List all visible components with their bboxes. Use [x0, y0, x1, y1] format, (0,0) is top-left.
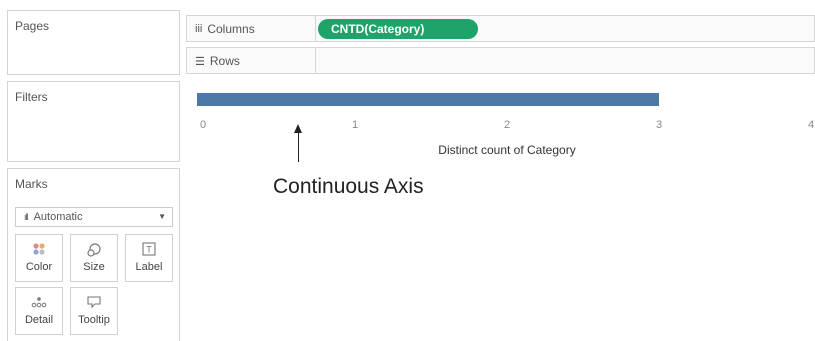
- columns-shelf-label: iii Columns: [195, 22, 255, 36]
- shelf-divider: [315, 48, 316, 73]
- rows-shelf[interactable]: ☰ Rows: [186, 47, 815, 74]
- bar-chart-icon: ıll: [24, 212, 28, 222]
- x-tick-label: 0: [200, 119, 206, 131]
- pages-title: Pages: [15, 19, 50, 33]
- columns-label: Columns: [207, 22, 255, 36]
- label-icon: T: [126, 242, 172, 258]
- rows-label: Rows: [209, 54, 240, 68]
- detail-button[interactable]: Detail: [15, 287, 63, 335]
- view-canvas: 0 1 2 3 4 Distinct count of Category: [186, 80, 815, 341]
- tooltip-button[interactable]: Tooltip: [70, 287, 118, 335]
- tooltip-label: Tooltip: [78, 314, 110, 326]
- filters-panel: Filters: [7, 81, 180, 162]
- mark-type-select[interactable]: ıll Automatic ▼: [15, 207, 173, 227]
- x-axis-title: Distinct count of Category: [438, 143, 575, 157]
- arrow-line: [298, 132, 299, 162]
- label-button[interactable]: T Label: [125, 234, 173, 282]
- color-label: Color: [25, 261, 53, 273]
- x-tick-label: 4: [808, 119, 814, 131]
- marks-title: Marks: [15, 177, 48, 191]
- x-tick-label: 1: [352, 119, 358, 131]
- color-icon: [16, 242, 62, 258]
- filters-title: Filters: [15, 90, 48, 104]
- detail-label: Detail: [24, 314, 54, 326]
- size-button[interactable]: Size: [70, 234, 118, 282]
- x-tick-label: 3: [656, 119, 662, 131]
- color-button[interactable]: Color: [15, 234, 63, 282]
- bar-mark[interactable]: [197, 93, 659, 106]
- label-label: Label: [135, 261, 163, 273]
- cntd-category-pill[interactable]: CNTD(Category): [318, 19, 478, 39]
- size-icon: [71, 242, 117, 258]
- bar-chart: 0 1 2 3 4 Distinct count of Category: [197, 93, 814, 157]
- detail-icon: [16, 295, 62, 311]
- shelf-divider: [315, 16, 316, 41]
- chevron-down-icon: ▼: [158, 212, 166, 221]
- annotation-text: Continuous Axis: [273, 175, 424, 198]
- x-tick-label: 2: [504, 119, 510, 131]
- pages-panel: Pages: [7, 10, 180, 75]
- tooltip-icon: [71, 295, 117, 311]
- rows-shelf-label: ☰ Rows: [195, 54, 240, 68]
- rows-icon: ☰: [195, 55, 205, 68]
- size-label: Size: [83, 261, 105, 273]
- columns-shelf[interactable]: iii Columns CNTD(Category): [186, 15, 815, 42]
- columns-icon: iii: [195, 23, 203, 35]
- svg-text:T: T: [146, 245, 152, 255]
- marks-panel: Marks ıll Automatic ▼ Color Size T Label…: [7, 168, 180, 341]
- mark-type-value: Automatic: [33, 211, 83, 223]
